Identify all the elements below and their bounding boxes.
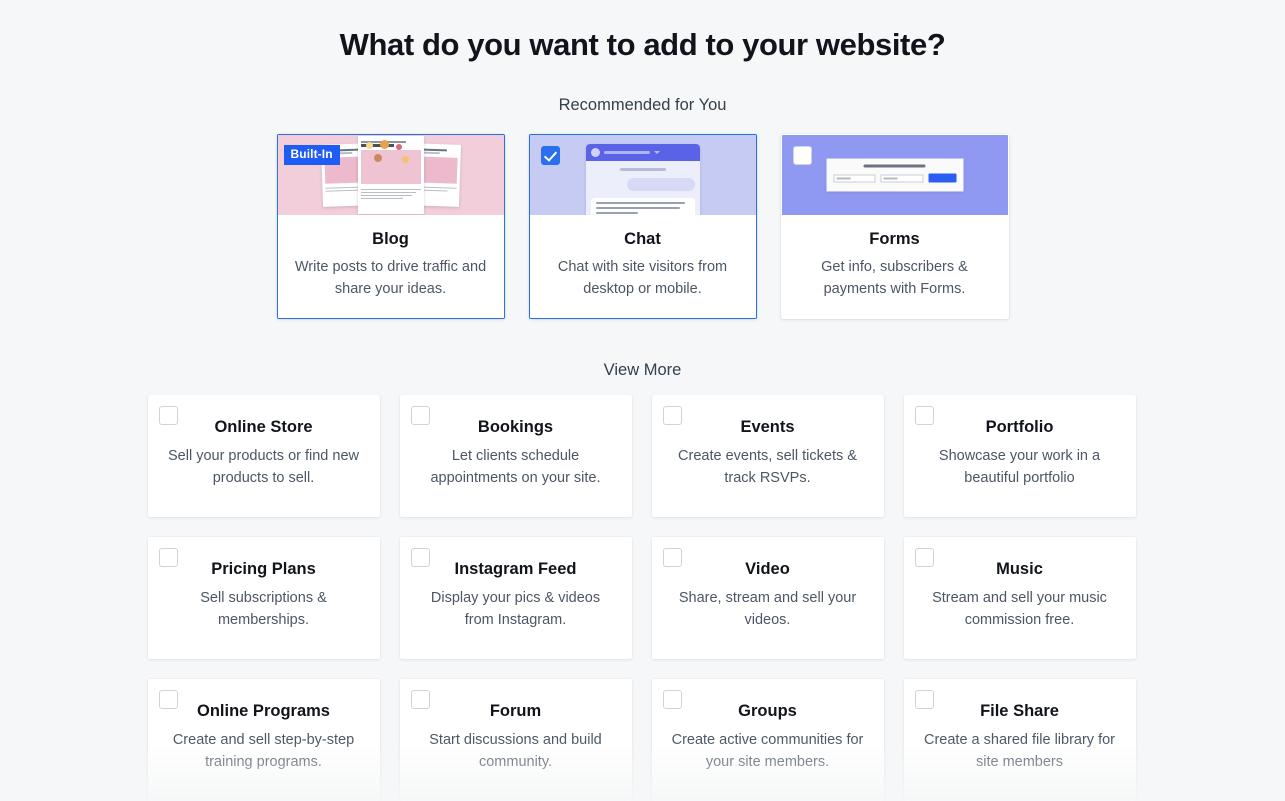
- view-more-card-instagram-feed[interactable]: Instagram Feed Display your pics & videos…: [399, 537, 632, 659]
- instagram-feed-checkbox[interactable]: [410, 548, 430, 567]
- view-more-card-video[interactable]: Video Share, stream and sell your videos.: [651, 537, 884, 659]
- chat-timestamp: [619, 168, 666, 171]
- view-more-card-pricing-plans[interactable]: Pricing Plans Sell subscriptions & member…: [147, 537, 380, 659]
- portfolio-description: Showcase your work in a beautiful portfo…: [938, 448, 1101, 486]
- built-in-badge: Built-In: [283, 145, 340, 165]
- view-more-card-online-store[interactable]: Online Store Sell your products or find n…: [147, 395, 380, 517]
- chat-card-body: Chat Chat with site visitors from deskto…: [529, 215, 756, 318]
- name-field-mock: [833, 174, 876, 182]
- chat-media-preview: [529, 135, 756, 215]
- view-more-card-portfolio[interactable]: Portfolio Showcase your work in a beautif…: [903, 395, 1136, 517]
- chat-widget-mockup: [585, 144, 700, 215]
- subscribe-form-row: [833, 173, 956, 183]
- forms-media-preview: [781, 135, 1008, 215]
- recommended-cards-row: Built-In Blog Write posts to drive traff…: [0, 134, 1285, 319]
- online-store-description: Sell your products or find new products …: [167, 448, 359, 486]
- view-more-card-music[interactable]: Music Stream and sell your music commissi…: [903, 537, 1136, 659]
- subscribe-form-heading: [863, 164, 926, 168]
- music-checkbox[interactable]: [914, 548, 934, 567]
- file-share-description: Create a shared file library for site me…: [924, 732, 1115, 770]
- pricing-plans-checkbox[interactable]: [158, 548, 178, 567]
- recommended-card-blog[interactable]: Built-In Blog Write posts to drive traff…: [276, 134, 505, 319]
- forum-title: Forum: [489, 702, 542, 720]
- forms-card-description: Get info, subscribers & payments with Fo…: [821, 259, 968, 297]
- file-share-title: File Share: [980, 702, 1059, 720]
- pricing-plans-description: Sell subscriptions & memberships.: [200, 590, 327, 628]
- chat-avatar-icon: [590, 148, 600, 157]
- chevron-down-icon: [653, 151, 660, 154]
- blog-media-preview: Built-In: [277, 135, 504, 215]
- groups-title: Groups: [738, 702, 797, 720]
- forms-card-title: Forms: [869, 230, 920, 248]
- video-title: Video: [745, 560, 790, 578]
- submit-button-mock: [928, 173, 956, 183]
- music-title: Music: [996, 560, 1043, 578]
- blog-post-thumbnails: [320, 136, 461, 214]
- online-programs-title: Online Programs: [197, 702, 330, 720]
- chat-card-description: Chat with site visitors from desktop or …: [557, 259, 728, 297]
- instagram-feed-description: Display your pics & videos from Instagra…: [430, 590, 601, 628]
- online-programs-checkbox[interactable]: [158, 690, 178, 709]
- chat-visitor-bubble: [626, 177, 695, 191]
- file-share-checkbox[interactable]: [914, 690, 934, 709]
- online-store-checkbox[interactable]: [158, 406, 178, 425]
- portfolio-title: Portfolio: [985, 418, 1054, 436]
- view-more-grid-wrapper: Online Store Sell your products or find n…: [0, 395, 1285, 801]
- instagram-feed-title: Instagram Feed: [454, 560, 577, 578]
- chat-card-title: Chat: [624, 230, 661, 248]
- blog-card-body: Blog Write posts to drive traffic and sh…: [277, 215, 504, 318]
- online-programs-description: Create and sell step-by-step training pr…: [172, 732, 355, 770]
- forum-description: Start discussions and build community.: [429, 732, 602, 770]
- forum-checkbox[interactable]: [410, 690, 430, 709]
- online-store-title: Online Store: [214, 418, 313, 436]
- chat-checkbox[interactable]: [540, 146, 560, 165]
- blog-card-description: Write posts to drive traffic and share y…: [294, 259, 487, 297]
- bookings-description: Let clients schedule appointments on you…: [430, 448, 601, 486]
- groups-description: Create active communities for your site …: [671, 732, 864, 770]
- blog-card-title: Blog: [372, 230, 409, 248]
- subscribe-form-mockup: [826, 158, 963, 192]
- email-field-mock: [880, 174, 923, 182]
- view-more-card-forum[interactable]: Forum Start discussions and build communi…: [399, 679, 632, 801]
- bookings-checkbox[interactable]: [410, 406, 430, 425]
- groups-checkbox[interactable]: [662, 690, 682, 709]
- view-more-card-file-share[interactable]: File Share Create a shared file library f…: [903, 679, 1136, 801]
- chat-widget-header: [585, 144, 700, 161]
- pricing-plans-title: Pricing Plans: [211, 560, 316, 578]
- view-more-section-label: View More: [603, 361, 682, 379]
- add-to-website-page: What do you want to add to your website?…: [0, 0, 1285, 801]
- portfolio-checkbox[interactable]: [914, 406, 934, 425]
- view-more-grid: Online Store Sell your products or find n…: [147, 395, 1138, 801]
- events-checkbox[interactable]: [662, 406, 682, 425]
- recommended-card-chat[interactable]: Chat Chat with site visitors from deskto…: [528, 134, 757, 319]
- forms-checkbox[interactable]: [792, 146, 812, 165]
- video-checkbox[interactable]: [662, 548, 682, 567]
- events-description: Create events, sell tickets & track RSVP…: [678, 448, 857, 486]
- recommended-card-forms[interactable]: Forms Get info, subscribers & payments w…: [780, 134, 1009, 319]
- forms-card-body: Forms Get info, subscribers & payments w…: [781, 215, 1008, 318]
- view-more-card-online-programs[interactable]: Online Programs Create and sell step-by-s…: [147, 679, 380, 801]
- events-title: Events: [740, 418, 795, 436]
- chat-agent-bubble: [590, 197, 695, 215]
- view-more-card-bookings[interactable]: Bookings Let clients schedule appointment…: [399, 395, 632, 517]
- recommended-section-label: Recommended for You: [558, 96, 727, 114]
- bookings-title: Bookings: [477, 418, 554, 436]
- view-more-card-events[interactable]: Events Create events, sell tickets & trac…: [651, 395, 884, 517]
- page-title: What do you want to add to your website?: [339, 27, 946, 62]
- music-description: Stream and sell your music commission fr…: [932, 590, 1107, 628]
- blog-thumb-center: [357, 136, 424, 214]
- video-description: Share, stream and sell your videos.: [678, 590, 857, 628]
- view-more-card-groups[interactable]: Groups Create active communities for your…: [651, 679, 884, 801]
- chat-widget-title: [603, 151, 650, 154]
